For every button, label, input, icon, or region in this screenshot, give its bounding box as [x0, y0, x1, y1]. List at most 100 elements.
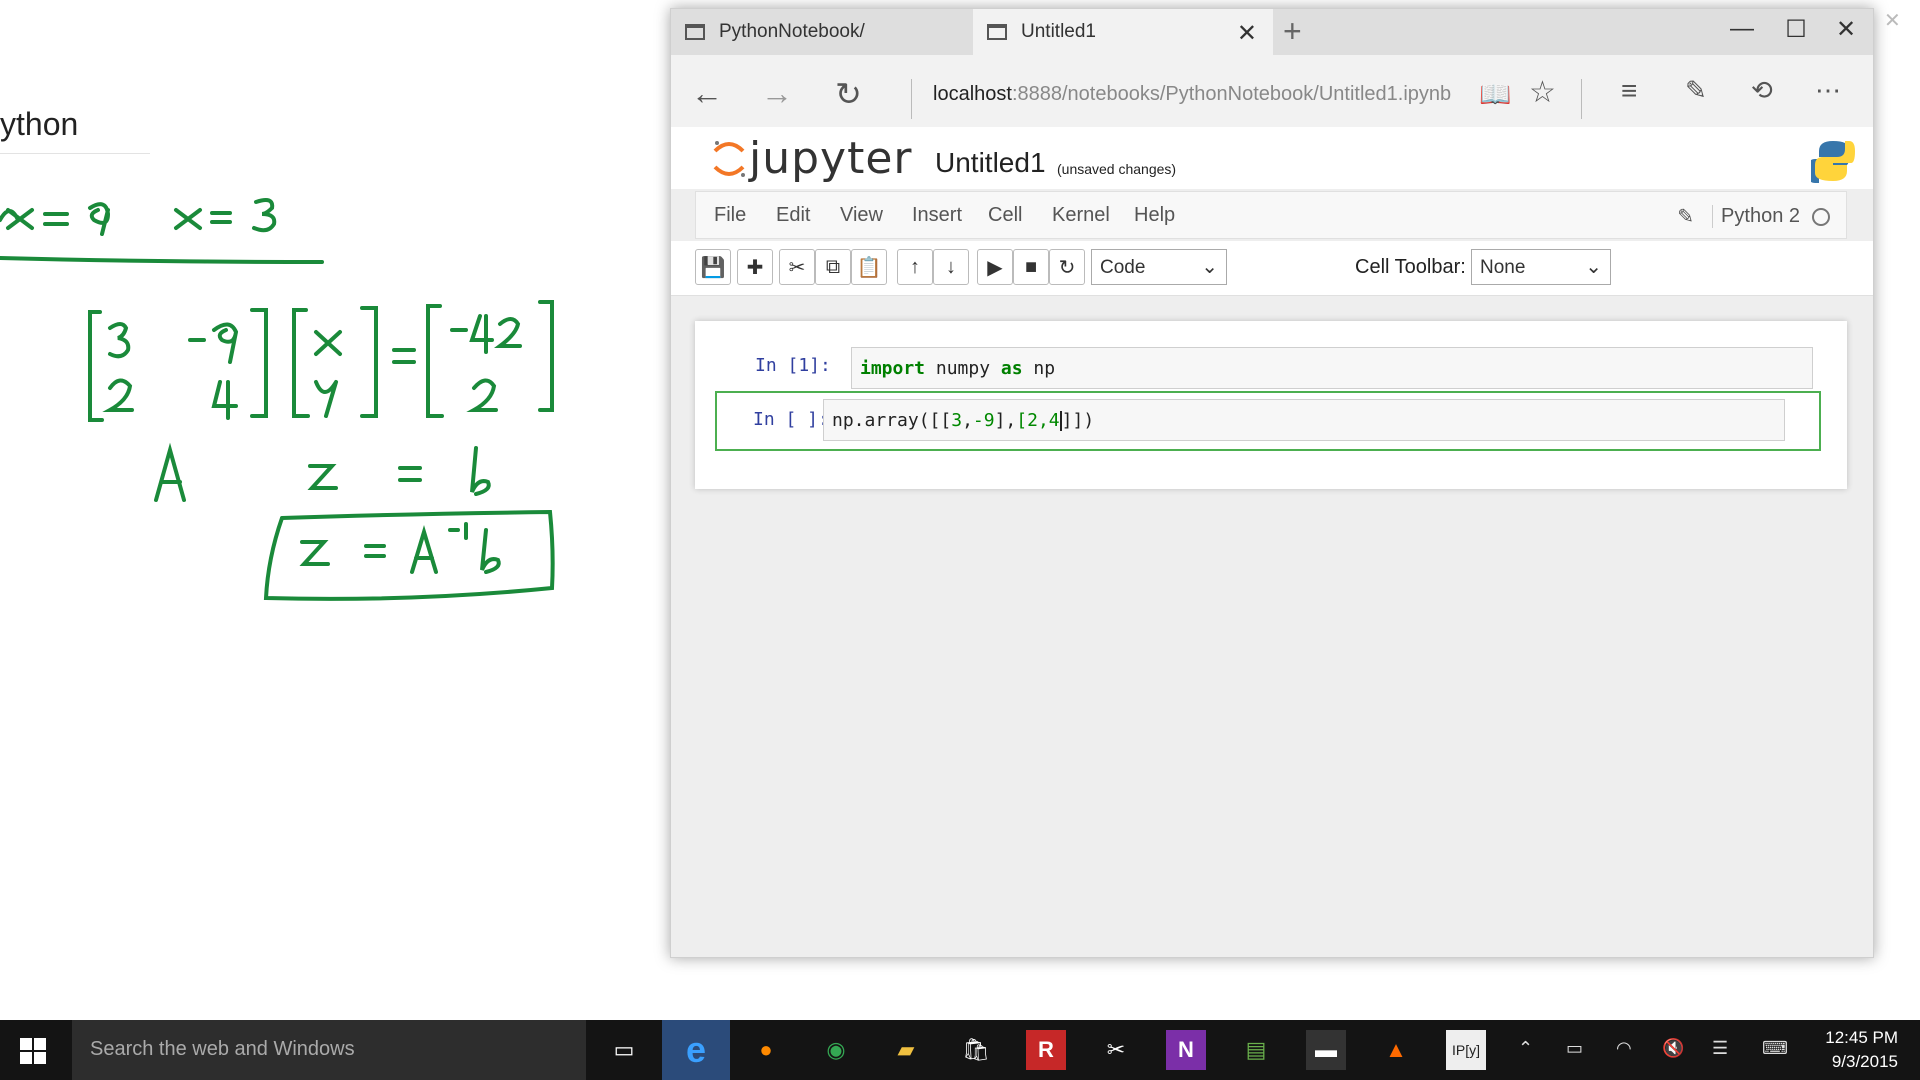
address-bar[interactable]: localhost:8888/notebooks/PythonNotebook/…: [933, 83, 1451, 106]
edit-pencil-icon: ✎: [1677, 206, 1695, 228]
share-icon[interactable]: ⟲: [1751, 75, 1773, 106]
menu-help[interactable]: Help: [1134, 204, 1175, 227]
kernel-indicator[interactable]: ✎ Python 2: [1677, 204, 1830, 229]
run-button[interactable]: ▶: [977, 249, 1013, 285]
close-window-icon[interactable]: ✕: [1821, 15, 1871, 44]
cell-type-value: Code: [1100, 257, 1146, 278]
tab-bar: PythonNotebook/ Untitled1 ✕ + — ☐ ✕: [671, 9, 1873, 55]
maximize-icon[interactable]: ☐: [1771, 15, 1821, 44]
minimize-icon[interactable]: —: [1717, 15, 1767, 43]
taskbar-search[interactable]: Search the web and Windows: [72, 1020, 586, 1080]
restart-button[interactable]: ↻: [1049, 249, 1085, 285]
volume-muted-icon[interactable]: 🔇: [1662, 1038, 1684, 1059]
menu-file[interactable]: File: [714, 204, 746, 227]
cell-prompt: In [ ]:: [753, 409, 829, 430]
code-text: ]]): [1061, 410, 1095, 431]
jupyter-logo[interactable]: jupyter: [709, 133, 913, 184]
copy-button[interactable]: ⧉: [815, 249, 851, 285]
cell-prompt: In [1]:: [755, 355, 831, 376]
code-number: 3: [951, 410, 963, 431]
code-number: 4: [1048, 410, 1060, 431]
notebook-name[interactable]: Untitled1: [935, 147, 1046, 179]
code-text: np.array([[: [832, 410, 952, 431]
plus-icon: ✚: [746, 256, 764, 279]
chevron-up-icon[interactable]: ⌃: [1518, 1038, 1533, 1059]
close-whiteboard-icon[interactable]: ✕: [1884, 8, 1901, 33]
matlab-icon[interactable]: ▲: [1376, 1030, 1416, 1070]
onenote-icon[interactable]: N: [1166, 1030, 1206, 1070]
reading-view-icon[interactable]: 📖: [1479, 79, 1511, 110]
code-input[interactable]: import numpy as np: [851, 347, 1813, 389]
menu-insert[interactable]: Insert: [912, 204, 962, 227]
clock[interactable]: 12:45 PM 9/3/2015: [1825, 1026, 1898, 1074]
save-button[interactable]: 💾: [695, 249, 731, 285]
forward-icon[interactable]: →: [761, 75, 793, 112]
jupyter-page: jupyter Untitled1 (unsaved changes) File…: [671, 127, 1873, 957]
firefox-icon[interactable]: ●: [746, 1030, 786, 1070]
scissors-icon: ✂: [788, 256, 806, 279]
command-prompt-icon[interactable]: ▬: [1306, 1030, 1346, 1070]
chevron-down-icon: ⌄: [1585, 256, 1602, 278]
url-path: :8888/notebooks/PythonNotebook/Untitled1…: [1011, 83, 1452, 105]
cell-toolbar-value: None: [1480, 257, 1526, 278]
code-text: ],: [994, 410, 1017, 431]
web-note-icon[interactable]: ✎: [1685, 75, 1707, 106]
hub-icon[interactable]: ≡: [1621, 75, 1637, 107]
cell-type-select[interactable]: Code ⌄: [1091, 249, 1227, 285]
snipping-tool-icon[interactable]: ✂: [1096, 1030, 1136, 1070]
paste-button[interactable]: 📋: [851, 249, 887, 285]
notebook-toolbar: 💾 ✚ ✂ ⧉ 📋 ↑ ↓ ▶ ■ ↻ Code ⌄ Cell Toolbar:…: [671, 241, 1873, 296]
handwriting-ink: [0, 198, 555, 601]
move-down-button[interactable]: ↓: [933, 249, 969, 285]
battery-icon[interactable]: ▭: [1566, 1038, 1583, 1059]
keyboard-icon[interactable]: ⌨: [1762, 1038, 1788, 1059]
favorite-star-icon[interactable]: ☆: [1529, 75, 1556, 110]
code-number: -9: [972, 410, 995, 431]
jupyter-wordmark: jupyter: [749, 133, 913, 184]
divider: [911, 79, 912, 119]
interrupt-button[interactable]: ■: [1013, 249, 1049, 285]
chart-app-icon[interactable]: ▤: [1236, 1030, 1276, 1070]
close-tab-icon[interactable]: ✕: [1237, 19, 1257, 48]
arrow-up-icon: ↑: [910, 255, 920, 278]
windows-start-icon[interactable]: [20, 1038, 46, 1064]
chrome-icon[interactable]: ◉: [816, 1030, 856, 1070]
ipython-icon[interactable]: IP[y]: [1446, 1030, 1486, 1070]
tab-untitled1[interactable]: Untitled1 ✕: [973, 9, 1273, 55]
play-icon: ▶: [987, 256, 1003, 279]
store-icon[interactable]: 🛍: [956, 1030, 996, 1070]
copy-icon: ⧉: [825, 255, 841, 278]
move-up-button[interactable]: ↑: [897, 249, 933, 285]
code-text: ,: [962, 410, 973, 431]
task-view-icon[interactable]: ▭: [604, 1030, 644, 1070]
divider: [1581, 79, 1582, 119]
menu-cell[interactable]: Cell: [988, 204, 1022, 227]
tab-pythonnotebook[interactable]: PythonNotebook/: [671, 9, 971, 55]
menu-view[interactable]: View: [840, 204, 883, 227]
refresh-icon[interactable]: ↻: [835, 75, 862, 113]
url-host: localhost: [933, 83, 1012, 105]
wifi-icon[interactable]: ◠: [1616, 1038, 1632, 1059]
code-cell-selected[interactable]: In [ ]: np.array([[3,-9],[2,4]]): [715, 391, 1821, 451]
r-icon[interactable]: R: [1026, 1030, 1066, 1070]
jupyter-header: jupyter Untitled1 (unsaved changes): [671, 127, 1873, 189]
insert-cell-button[interactable]: ✚: [737, 249, 773, 285]
code-input[interactable]: np.array([[3,-9],[2,4]]): [823, 399, 1785, 441]
cell-toolbar-select[interactable]: None ⌄: [1471, 249, 1611, 285]
menu-kernel[interactable]: Kernel: [1052, 204, 1110, 227]
more-icon[interactable]: ⋯: [1815, 75, 1841, 106]
clock-time: 12:45 PM: [1825, 1028, 1898, 1047]
file-explorer-icon[interactable]: ▰: [886, 1030, 926, 1070]
tab-label: PythonNotebook/: [719, 21, 865, 42]
code-cell[interactable]: In [1]: import numpy as np: [719, 347, 1821, 395]
menu-edit[interactable]: Edit: [776, 204, 810, 227]
page-icon: [685, 24, 705, 40]
cut-button[interactable]: ✂: [779, 249, 815, 285]
new-tab-icon[interactable]: +: [1283, 13, 1302, 50]
notifications-icon[interactable]: ☰: [1712, 1038, 1728, 1059]
stop-icon: ■: [1024, 255, 1038, 278]
cell-toolbar-label: Cell Toolbar:: [1355, 256, 1466, 278]
back-icon[interactable]: ←: [691, 75, 723, 112]
edge-icon[interactable]: e: [662, 1020, 730, 1080]
browser-window: PythonNotebook/ Untitled1 ✕ + — ☐ ✕ ← → …: [670, 8, 1874, 958]
